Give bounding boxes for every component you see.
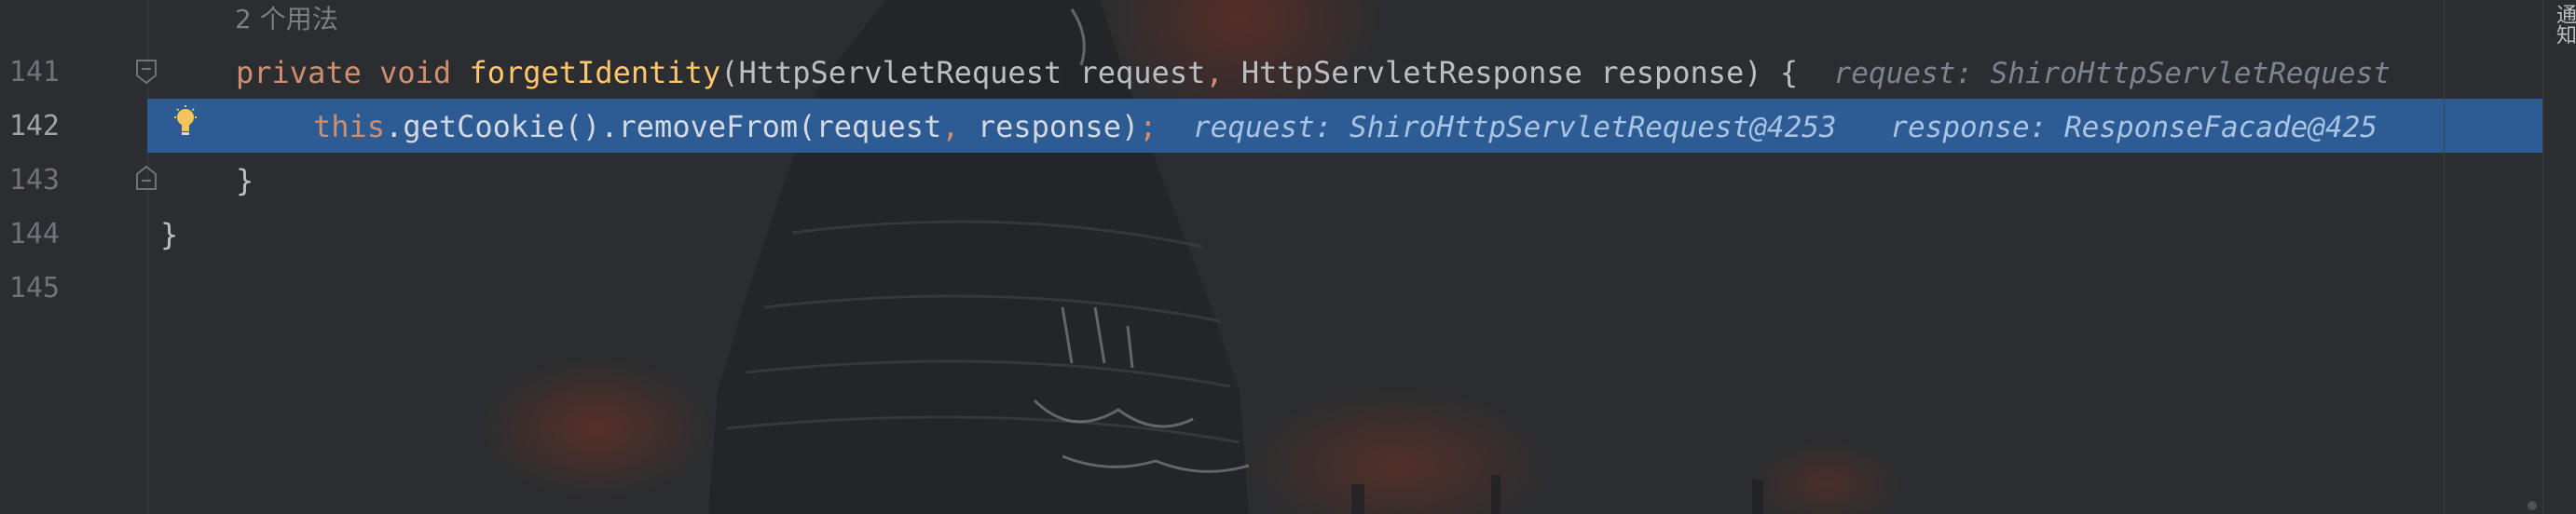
close-brace: ) {: [1744, 55, 1799, 90]
scrollbar-thumb[interactable]: [2528, 501, 2537, 510]
fold-collapse-icon[interactable]: [136, 60, 157, 84]
param-type: HttpServletRequest: [738, 55, 1062, 90]
open-paren: (: [720, 55, 739, 90]
code-line-144[interactable]: }: [160, 208, 178, 262]
notifications-side-tab[interactable]: 通知: [2542, 0, 2576, 514]
right-margin-guide: [2444, 0, 2445, 514]
param-name: request: [1079, 55, 1206, 90]
keyword-private: private: [236, 55, 362, 90]
param-type: HttpServletResponse: [1240, 55, 1583, 90]
line-number: 144: [8, 218, 60, 250]
debug-inlay-value-request[interactable]: request: ShiroHttpServletRequest@4253: [1193, 111, 1837, 144]
code-line-142[interactable]: this.getCookie().removeFrom(request, res…: [313, 100, 2377, 154]
line-number: 143: [8, 164, 60, 196]
usages-hint[interactable]: 2 个用法: [235, 0, 338, 47]
keyword-this: this: [313, 109, 386, 144]
param-name: response: [1600, 55, 1745, 90]
line-number: 141: [8, 56, 60, 88]
method-name: forgetIdentity: [469, 55, 721, 90]
debug-inlay-value[interactable]: request: ShiroHttpServletRequest: [1834, 57, 2391, 90]
code-editor[interactable]: 141 142 143 144 145 2 个用法 private void f…: [0, 0, 2576, 514]
method-call-chain: .getCookie().removeFrom(: [385, 109, 816, 144]
semicolon: ;: [1139, 109, 1158, 144]
line-number: 145: [8, 272, 60, 304]
argument: response: [977, 109, 1121, 144]
keyword-void: void: [379, 55, 452, 90]
notifications-label: 通知: [2553, 4, 2576, 45]
line-number-current: 142: [8, 110, 60, 142]
code-line-141[interactable]: private void forgetIdentity(HttpServletR…: [236, 46, 2391, 100]
lightbulb-icon[interactable]: [171, 104, 199, 142]
comma: ,: [941, 109, 960, 144]
fold-end-icon[interactable]: [136, 166, 157, 190]
close-paren: ): [1120, 109, 1140, 144]
code-line-143[interactable]: }: [236, 154, 253, 208]
debug-inlay-value-response[interactable]: response: ResponseFacade@425: [1890, 111, 2377, 144]
editor-gutter[interactable]: 141 142 143 144 145: [0, 0, 157, 514]
comma: ,: [1205, 55, 1224, 90]
argument: request: [815, 109, 942, 144]
